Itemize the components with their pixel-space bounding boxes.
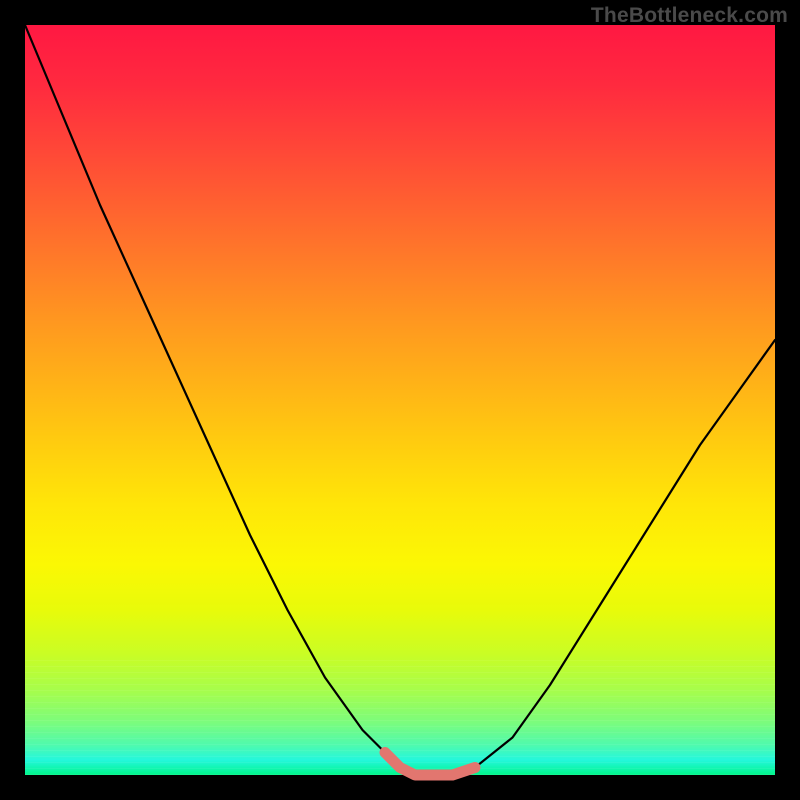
plot-area: [25, 25, 775, 775]
bottleneck-curve-highlight: [385, 753, 475, 776]
curve-svg: [25, 25, 775, 775]
chart-frame: TheBottleneck.com: [0, 0, 800, 800]
bottleneck-curve: [25, 25, 775, 775]
